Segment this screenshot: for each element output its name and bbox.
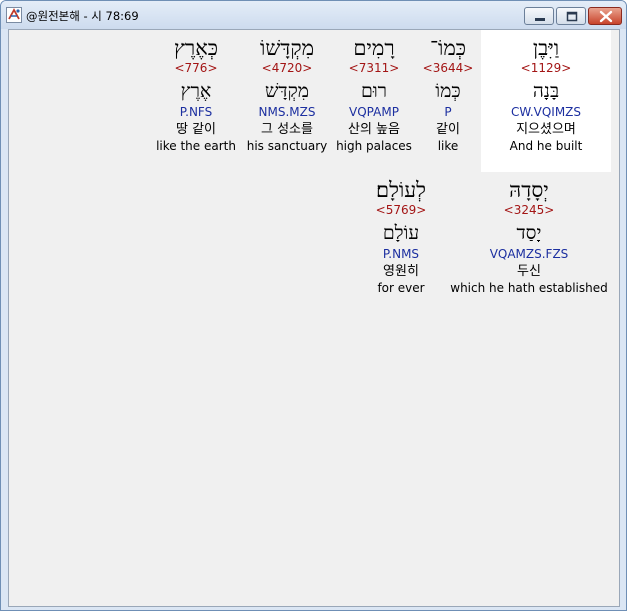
english-gloss: which he hath established: [450, 281, 608, 295]
minimize-icon: [535, 18, 545, 21]
interlinear-view[interactable]: וַיִּבֶן <1129> בָּנָה CW.VQIMZS 지으셨으며 A…: [8, 29, 620, 607]
lemma-word: רוּם: [360, 80, 388, 102]
close-icon: [599, 10, 613, 23]
word-card[interactable]: מִקְדָּשׁוֹ <4720> מִקְדָּשׁ NMS.MZS 그 성…: [243, 35, 331, 154]
strong-number[interactable]: <776>: [152, 61, 240, 76]
english-gloss: high palaces: [336, 139, 412, 153]
hebrew-word: רָמִים: [353, 36, 395, 60]
word-card[interactable]: וַיִּבֶן <1129> בָּנָה CW.VQIMZS 지으셨으며 A…: [481, 35, 611, 154]
morph-code[interactable]: P.NFS: [152, 105, 240, 120]
hebrew-word: כְּאֶרֶץ: [173, 36, 219, 60]
title-bar[interactable]: @원전본해 - 시 78:69: [1, 1, 626, 29]
korean-gloss: 영원히: [383, 264, 419, 279]
morph-code[interactable]: P: [417, 105, 479, 120]
minimize-button[interactable]: [524, 7, 554, 25]
lemma-word: עוֹלָם: [382, 222, 420, 244]
korean-gloss: 그 성소를: [261, 122, 313, 137]
strong-number[interactable]: <1129>: [481, 61, 611, 76]
maximize-button[interactable]: [556, 7, 586, 25]
strong-number[interactable]: <5769>: [357, 203, 445, 218]
korean-gloss: 산의 높음: [348, 122, 400, 137]
lemma-word: כְּמוֹ: [435, 80, 461, 102]
strong-number[interactable]: <4720>: [243, 61, 331, 76]
word-card[interactable]: יְסָדָהּ <3245> יָסַד VQAMZS.FZS 두신 whic…: [449, 177, 609, 296]
hebrew-word: וַיִּבֶן: [532, 36, 560, 60]
strong-number[interactable]: <7311>: [334, 61, 414, 76]
hebrew-word: לְעוֹלָם׃: [375, 178, 426, 202]
word-card[interactable]: כְּמוֹ־ <3644> כְּמוֹ P 같이 like: [417, 35, 479, 154]
morph-code[interactable]: CW.VQIMZS: [481, 105, 611, 120]
word-card[interactable]: לְעוֹלָם׃ <5769> עוֹלָם P.NMS 영원히 for ev…: [357, 177, 445, 296]
app-window: @원전본해 - 시 78:69 וַיִּבֶן <1129> בָּנָה C…: [0, 0, 627, 611]
english-gloss: like: [437, 139, 459, 153]
lemma-word: יָסַד: [516, 222, 542, 244]
morph-code[interactable]: VQPAMP: [334, 105, 414, 120]
english-gloss: like the earth: [156, 139, 236, 153]
hebrew-word: יְסָדָהּ: [509, 178, 549, 202]
word-card[interactable]: כְּאֶרֶץ <776> אֶרֶץ P.NFS 땅 같이 like the…: [152, 35, 240, 154]
english-gloss: his sanctuary: [246, 139, 328, 153]
korean-gloss: 같이: [436, 122, 460, 137]
korean-gloss: 지으셨으며: [516, 122, 576, 137]
hebrew-word: מִקְדָּשׁוֹ: [259, 36, 315, 60]
window-title: @원전본해 - 시 78:69: [26, 9, 139, 23]
word-card[interactable]: רָמִים <7311> רוּם VQPAMP 산의 높음 high pal…: [334, 35, 414, 154]
lemma-word: מִקְדָּשׁ: [264, 80, 310, 102]
morph-code[interactable]: VQAMZS.FZS: [449, 247, 609, 262]
strong-number[interactable]: <3245>: [449, 203, 609, 218]
english-gloss: for ever: [377, 281, 425, 295]
app-icon[interactable]: [6, 7, 22, 23]
strong-number[interactable]: <3644>: [417, 61, 479, 76]
korean-gloss: 땅 같이: [175, 122, 216, 137]
lemma-word: בָּנָה: [532, 80, 560, 102]
close-button[interactable]: [588, 7, 622, 25]
hebrew-word: כְּמוֹ־: [429, 36, 467, 60]
english-gloss: And he built: [509, 139, 583, 153]
morph-code[interactable]: NMS.MZS: [243, 105, 331, 120]
lemma-word: אֶרֶץ: [180, 80, 212, 102]
maximize-icon: [566, 11, 578, 22]
korean-gloss: 두신: [517, 264, 541, 279]
morph-code[interactable]: P.NMS: [357, 247, 445, 262]
